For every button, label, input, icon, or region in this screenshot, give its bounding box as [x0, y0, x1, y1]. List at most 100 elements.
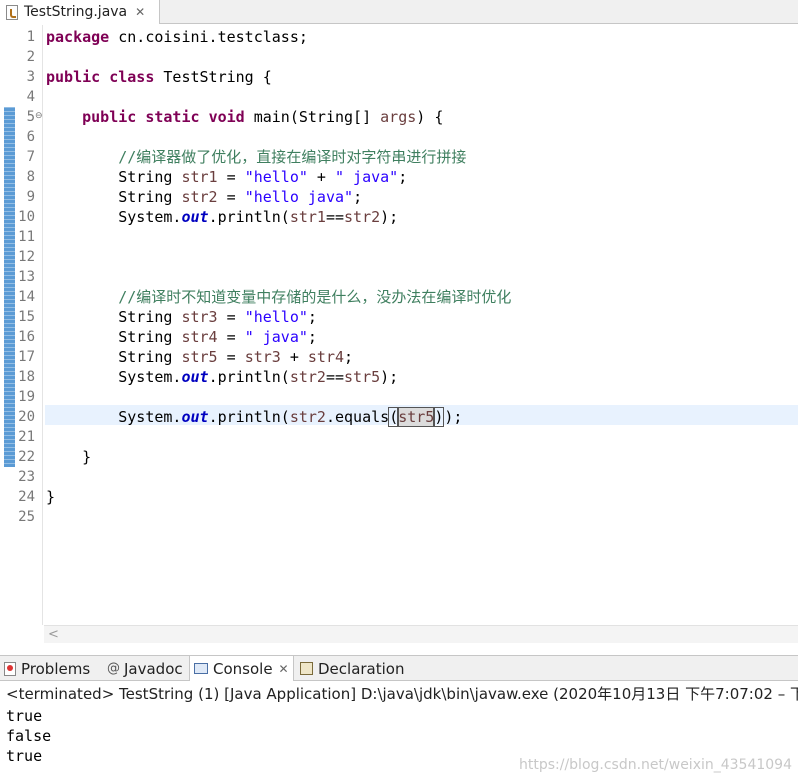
- variable: str2: [289, 368, 326, 386]
- code-line-10: System.out.println(str1==str2);: [46, 207, 791, 227]
- fold-collapse-icon[interactable]: ⊖: [35, 111, 43, 121]
- line-number: 5: [26, 109, 35, 125]
- operator: +: [280, 348, 308, 366]
- horizontal-scrollbar[interactable]: <: [44, 625, 798, 643]
- variable: str1: [181, 168, 218, 186]
- line-number: 21: [18, 429, 35, 445]
- console-process-header: <terminated> TestString (1) [Java Applic…: [0, 683, 798, 705]
- javadoc-at-icon: @: [107, 661, 120, 676]
- punctuation: ;: [398, 168, 408, 186]
- class-name: System.: [118, 408, 182, 426]
- line-number: 20: [18, 409, 35, 425]
- code-text-span: cn.coisini.testclass;: [109, 28, 308, 46]
- editor-tab-teststring[interactable]: TestString.java ✕: [0, 0, 160, 24]
- type-name: String: [118, 188, 182, 206]
- keyword: class: [109, 68, 155, 86]
- variable: str4: [181, 328, 218, 346]
- console-output[interactable]: true false true: [6, 706, 51, 766]
- scroll-left-arrow-icon[interactable]: <: [48, 626, 59, 644]
- line-number: 2: [26, 49, 35, 65]
- class-name: System.: [118, 208, 182, 226]
- tab-javadoc[interactable]: @ Javadoc: [107, 656, 183, 681]
- code-line-5: public static void main(String[] args) {: [46, 107, 791, 127]
- line-number: 13: [18, 269, 35, 285]
- code-line-3: public class TestString {: [46, 67, 791, 87]
- string-literal: " java": [244, 328, 308, 346]
- variable: str5: [181, 348, 218, 366]
- console-icon: [194, 663, 208, 674]
- code-text-span: TestString {: [154, 68, 272, 86]
- punctuation: );: [380, 208, 399, 226]
- code-line-14: //编译时不知道变量中存储的是什么，没办法在编译时优化: [46, 287, 791, 307]
- close-icon[interactable]: ✕: [135, 5, 145, 19]
- keyword: void: [208, 108, 245, 126]
- static-field: out: [181, 408, 209, 426]
- code-line-7: //编译器做了优化，直接在编译时对字符串进行拼接: [46, 147, 791, 167]
- comment: //编译器做了优化，直接在编译时对字符串进行拼接: [118, 148, 467, 166]
- string-literal: "hello": [244, 308, 308, 326]
- tab-console[interactable]: Console ✕: [189, 656, 294, 681]
- line-number: 9: [26, 189, 35, 205]
- type-name: String: [118, 168, 182, 186]
- matching-bracket: ): [433, 407, 445, 427]
- method-call: .equals: [325, 408, 390, 426]
- code-line-8: String str1 = "hello" + " java";: [46, 167, 791, 187]
- tab-problems[interactable]: Problems: [4, 656, 90, 681]
- method-call: .println(: [208, 368, 290, 386]
- close-icon[interactable]: ✕: [279, 662, 289, 676]
- code-line-16: String str4 = " java";: [46, 327, 791, 347]
- variable: str3: [244, 348, 281, 366]
- keyword: public: [46, 68, 101, 86]
- operator: ==: [325, 208, 345, 226]
- line-number: 18: [18, 369, 35, 385]
- line-numbers: 1 2 3 4 5 6 7 8 9 10 11 12 13 14 15 16 1…: [15, 27, 35, 527]
- variable: str2: [289, 408, 326, 426]
- line-number: 8: [26, 169, 35, 185]
- panel-tab-bar: Problems @ Javadoc Console ✕ Declaration: [0, 655, 798, 681]
- code-text[interactable]: package cn.coisini.testclass; public cla…: [46, 27, 791, 527]
- code-line-17: String str5 = str3 + str4;: [46, 347, 791, 367]
- tab-declaration[interactable]: Declaration: [300, 656, 404, 681]
- punctuation: ;: [307, 308, 317, 326]
- line-number: 16: [18, 329, 35, 345]
- variable: str2: [344, 208, 381, 226]
- line-number: 1: [26, 29, 35, 45]
- keyword: public: [82, 108, 137, 126]
- variable-occurrence-highlight: str5: [397, 407, 436, 427]
- string-literal: " java": [335, 168, 399, 186]
- editor-tab-label: TestString.java: [24, 4, 128, 20]
- variable: str3: [181, 308, 218, 326]
- operator: +: [307, 168, 335, 186]
- change-ruler: [4, 107, 15, 467]
- punctuation: ;: [344, 348, 354, 366]
- type-name: String: [118, 328, 182, 346]
- variable: str4: [307, 348, 345, 366]
- tab-label: Console: [213, 659, 273, 678]
- parameter: args: [380, 108, 417, 126]
- keyword: package: [46, 28, 110, 46]
- comment: //编译时不知道变量中存储的是什么，没办法在编译时优化: [118, 288, 512, 306]
- method-call: .println(: [208, 408, 290, 426]
- line-number: 11: [18, 229, 35, 245]
- problems-icon: [4, 661, 16, 676]
- java-file-icon: [6, 4, 18, 20]
- tab-label: Declaration: [318, 659, 405, 678]
- code-editor[interactable]: 1 2 3 4 5 6 7 8 9 10 11 12 13 14 15 16 1…: [0, 25, 798, 645]
- line-number: 22: [18, 449, 35, 465]
- line-number: 6: [26, 129, 35, 145]
- operator: =: [217, 348, 245, 366]
